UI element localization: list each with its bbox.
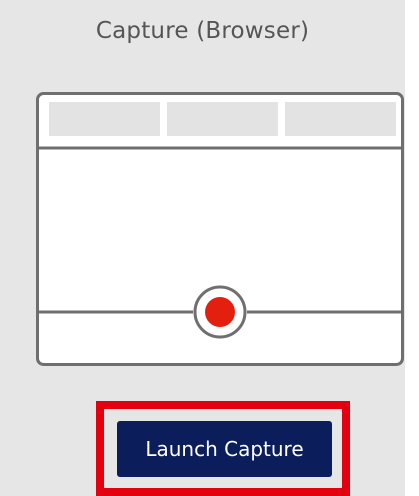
browser-tab (167, 102, 278, 136)
browser-tab (49, 102, 160, 136)
browser-record-icon (36, 92, 404, 366)
panel-title: Capture (Browser) (95, 18, 310, 44)
browser-tab (285, 102, 396, 136)
record-dot-icon (205, 297, 235, 327)
capture-browser-panel: Capture (Browser) Launch Capture (0, 0, 405, 496)
launch-capture-button[interactable]: Launch Capture (117, 421, 332, 477)
